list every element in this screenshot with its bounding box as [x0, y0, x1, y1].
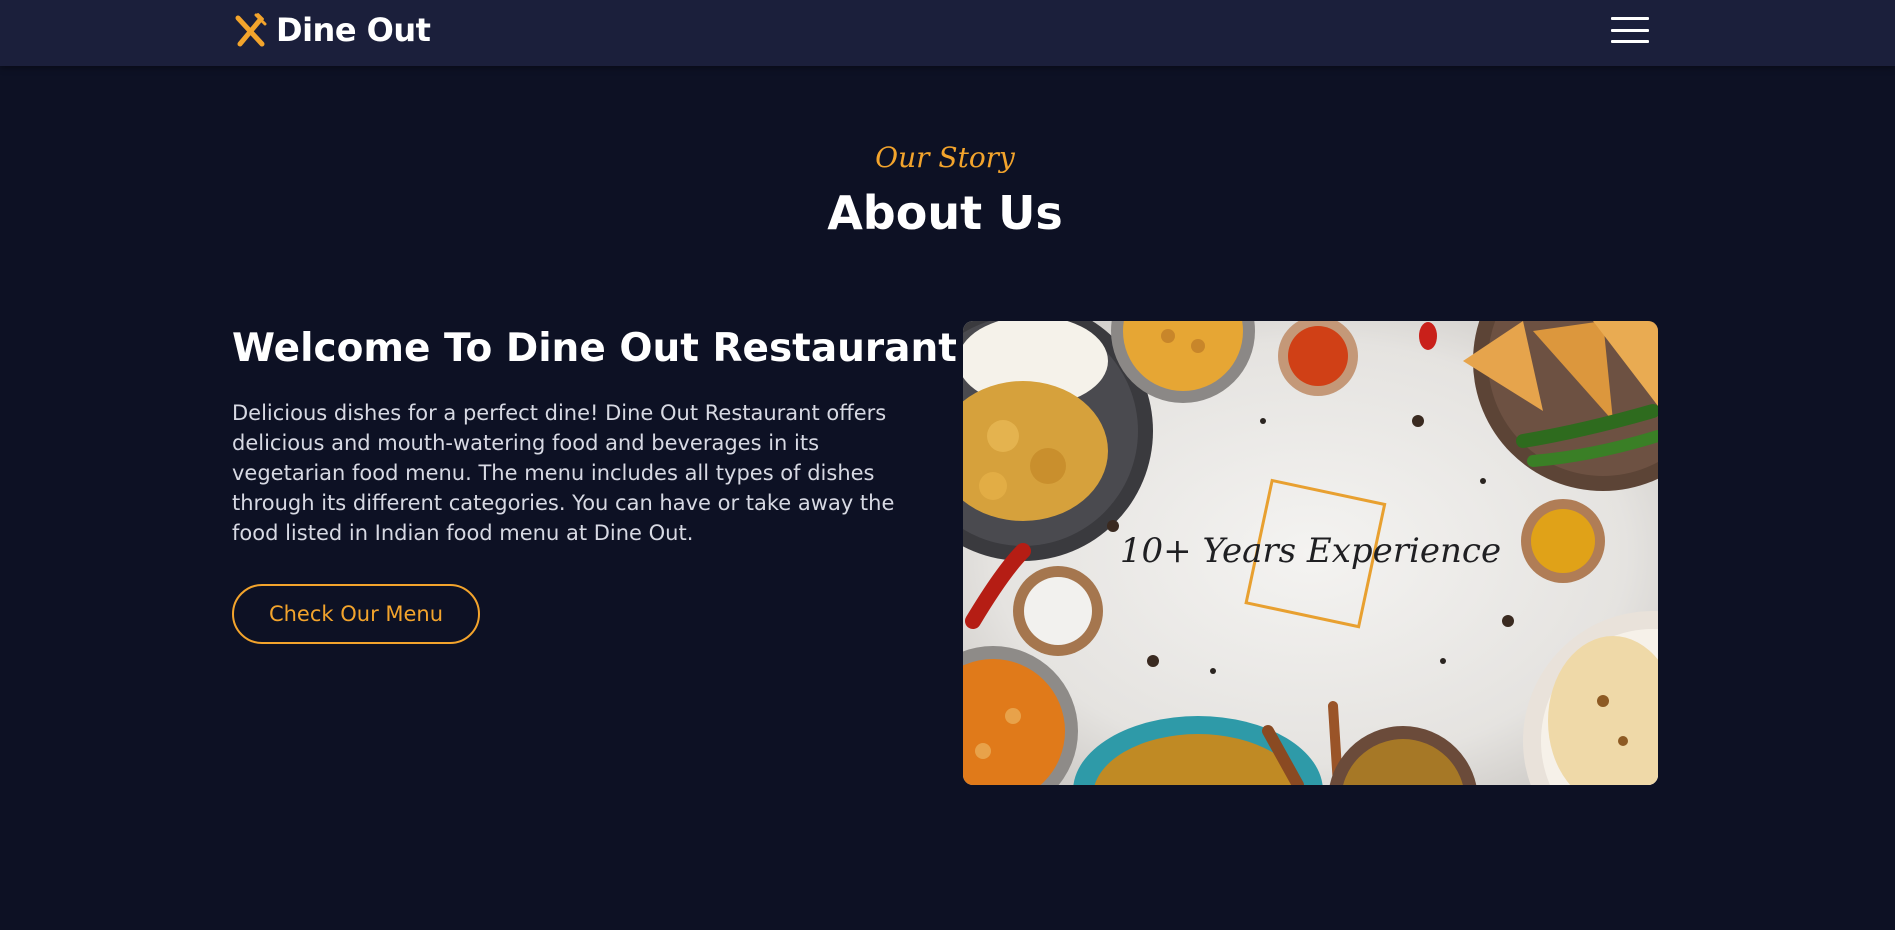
- check-menu-button[interactable]: Check Our Menu: [232, 584, 480, 644]
- brand-logo-link[interactable]: Dine Out: [232, 10, 431, 50]
- hamburger-menu-icon[interactable]: [1611, 17, 1649, 43]
- about-image: 10+ Years Experience: [963, 321, 1658, 785]
- brand-name: Dine Out: [276, 11, 431, 49]
- section-title: About Us: [827, 186, 1063, 240]
- navbar: Dine Out: [0, 0, 1895, 66]
- section-subtitle: Our Story: [875, 141, 1015, 174]
- menu-bar-top: [1611, 17, 1649, 20]
- menu-bar-middle: [1611, 28, 1649, 32]
- welcome-heading: Welcome To Dine Out Restaurant: [232, 326, 957, 371]
- utensils-icon: [232, 12, 268, 48]
- menu-bar-bottom: [1611, 40, 1649, 43]
- welcome-description: Delicious dishes for a perfect dine! Din…: [232, 401, 895, 545]
- experience-caption: 10+ Years Experience: [1119, 531, 1502, 571]
